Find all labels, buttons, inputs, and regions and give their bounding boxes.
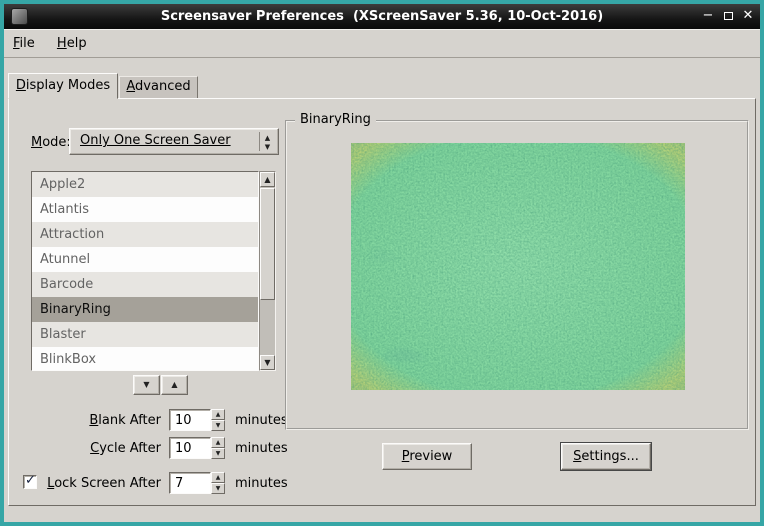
cycle-after-label: Cycle After: [9, 441, 161, 456]
lock-after-unit: minutes: [235, 476, 288, 491]
spin-up-icon: ▲: [216, 411, 221, 418]
scroll-down-icon: ▼: [264, 358, 270, 367]
cycle-after-increment-button[interactable]: ▲: [211, 437, 225, 448]
xscreensaver-preferences-window: Screensaver Preferences (XScreenSaver 5.…: [0, 0, 764, 526]
cycle-after-unit: minutes: [235, 441, 288, 456]
lock-after-increment-button[interactable]: ▲: [211, 472, 225, 483]
preview-noise-texture: [351, 143, 685, 390]
combo-down-icon: ▼: [260, 143, 275, 152]
blank-after-spin-buttons: ▲ ▼: [211, 409, 225, 431]
mode-select-value: Only One Screen Saver: [80, 133, 231, 148]
list-item-Blaster[interactable]: Blaster: [32, 322, 258, 347]
down-arrow-icon: ▼: [143, 380, 149, 389]
cycle-after-spinner: ▲ ▼: [169, 437, 227, 459]
scrollbar-thumb[interactable]: [260, 188, 275, 300]
previous-saver-button[interactable]: ▲: [161, 375, 188, 395]
lock-after-spin-buttons: ▲ ▼: [211, 472, 225, 494]
saver-list-scrollbar[interactable]: ▲ ▼: [259, 171, 276, 371]
list-item-Attraction[interactable]: Attraction: [32, 222, 258, 247]
lock-after-input[interactable]: [169, 472, 211, 494]
preview-frame-label: BinaryRing: [295, 112, 376, 127]
screensaver-preview-image: [351, 143, 685, 390]
close-icon: ✕: [743, 8, 754, 23]
tab-advanced[interactable]: Advanced: [119, 76, 198, 98]
list-item-Apple2[interactable]: Apple2: [32, 172, 258, 197]
lock-screen-after-label: Lock Screen After: [9, 476, 161, 491]
tab-display-modes[interactable]: Display Modes: [8, 73, 118, 99]
menu-file[interactable]: File: [4, 29, 44, 54]
spin-down-icon: ▼: [216, 450, 221, 457]
scroll-up-icon: ▲: [264, 175, 270, 184]
menubar: File Help: [4, 29, 760, 58]
blank-after-spinner: ▲ ▼: [169, 409, 227, 431]
preview-frame: BinaryRing: [285, 120, 749, 430]
minimize-icon: −: [703, 8, 714, 23]
blank-after-decrement-button[interactable]: ▼: [211, 420, 225, 431]
display-modes-panel: Mode: Only One Screen Saver ▲ ▼ Apple2At…: [8, 98, 756, 506]
list-item-BlinkBox[interactable]: BlinkBox: [32, 347, 258, 371]
scrollbar-down-button[interactable]: ▼: [260, 355, 275, 370]
blank-after-label: Blank After: [9, 413, 161, 428]
menu-help[interactable]: Help: [48, 29, 96, 54]
saver-list[interactable]: Apple2AtlantisAttractionAtunnelBarcodeBi…: [31, 171, 259, 371]
mode-label: Mode:: [31, 135, 71, 150]
list-item-Atunnel[interactable]: Atunnel: [32, 247, 258, 272]
lock-after-decrement-button[interactable]: ▼: [211, 483, 225, 494]
settings-button[interactable]: Settings...: [561, 443, 651, 470]
cycle-after-spin-buttons: ▲ ▼: [211, 437, 225, 459]
list-item-Atlantis[interactable]: Atlantis: [32, 197, 258, 222]
preview-button[interactable]: Preview: [382, 443, 472, 470]
up-arrow-icon: ▲: [171, 380, 177, 389]
mode-select[interactable]: Only One Screen Saver ▲ ▼: [69, 128, 279, 155]
blank-after-input[interactable]: [169, 409, 211, 431]
window-title: Screensaver Preferences (XScreenSaver 5.…: [4, 4, 760, 29]
blank-after-unit: minutes: [235, 413, 288, 428]
list-item-BinaryRing[interactable]: BinaryRing: [32, 297, 258, 322]
list-item-Barcode[interactable]: Barcode: [32, 272, 258, 297]
blank-after-increment-button[interactable]: ▲: [211, 409, 225, 420]
cycle-after-decrement-button[interactable]: ▼: [211, 448, 225, 459]
combo-arrows-icon: ▲ ▼: [259, 132, 275, 151]
cycle-after-input[interactable]: [169, 437, 211, 459]
spin-up-icon: ▲: [216, 474, 221, 481]
spin-down-icon: ▼: [216, 485, 221, 492]
combo-up-icon: ▲: [260, 134, 275, 143]
next-saver-button[interactable]: ▼: [133, 375, 160, 395]
maximize-icon: [724, 12, 733, 20]
close-button[interactable]: ✕: [738, 4, 758, 29]
minimize-button[interactable]: −: [698, 4, 718, 29]
spin-down-icon: ▼: [216, 422, 221, 429]
titlebar: Screensaver Preferences (XScreenSaver 5.…: [4, 4, 760, 29]
spin-up-icon: ▲: [216, 439, 221, 446]
maximize-button[interactable]: [718, 4, 738, 29]
lock-after-spinner: ▲ ▼: [169, 472, 227, 494]
scrollbar-up-button[interactable]: ▲: [260, 172, 275, 187]
